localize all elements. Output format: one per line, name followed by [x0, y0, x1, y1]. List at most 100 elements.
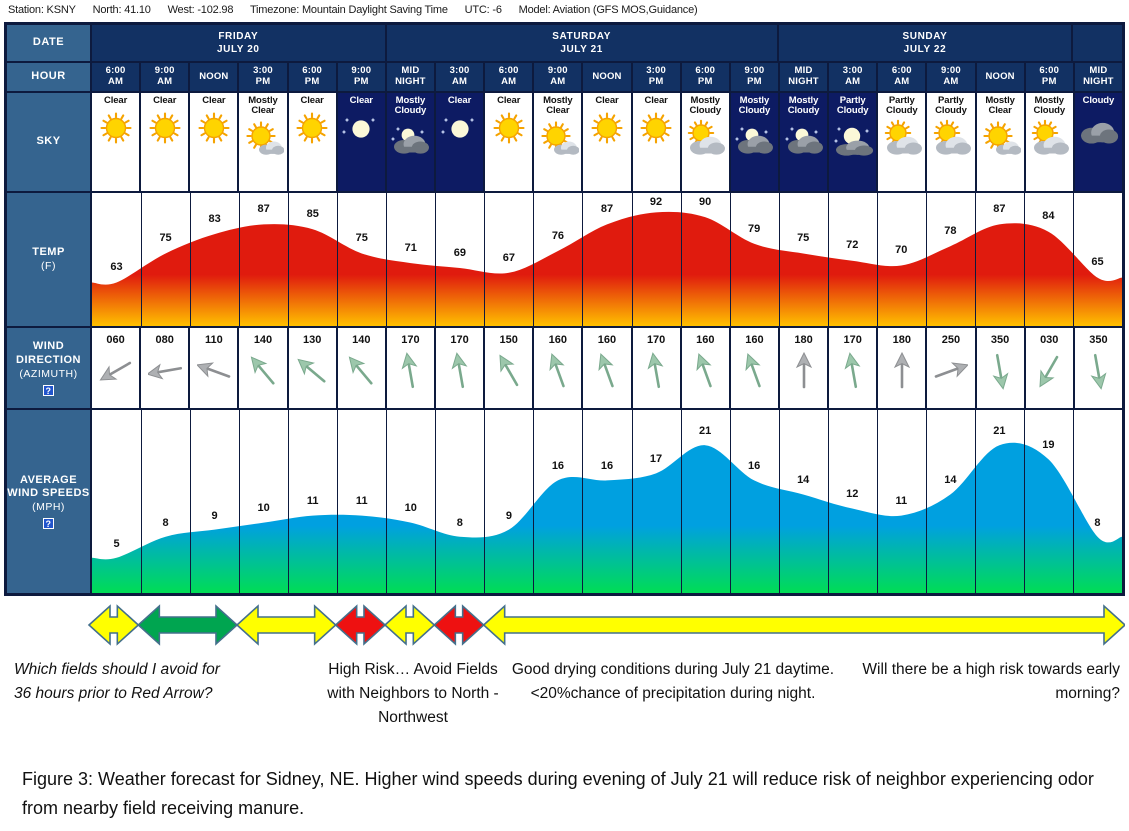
column-divider	[925, 410, 927, 593]
value-label: 8	[456, 516, 463, 529]
sky-cell-15[interactable]: Partly Cloudy	[828, 92, 878, 192]
date-day: JULY 21	[560, 44, 603, 55]
hour-cell-16[interactable]: 6:00 AM	[877, 62, 927, 92]
hour-cell-5[interactable]: 9:00 PM	[336, 62, 386, 92]
sky-cell-10[interactable]: Clear	[582, 92, 632, 192]
sky-cell-19[interactable]: Mostly Cloudy	[1024, 92, 1074, 192]
wind-direction-cell-2[interactable]: 110	[189, 327, 239, 409]
sky-condition-label: Clear	[202, 95, 226, 106]
sky-cell-12[interactable]: Mostly Cloudy	[680, 92, 730, 192]
sky-condition-label: Mostly Clear	[543, 95, 573, 117]
wind-direction-value: 150	[499, 334, 518, 346]
sky-cell-4[interactable]: Clear	[287, 92, 337, 192]
sky-glyph-wrap	[881, 119, 923, 159]
help-icon-wind-direction[interactable]: ?	[43, 384, 54, 396]
sky-cell-3[interactable]: Mostly Clear	[238, 92, 288, 192]
value-label: 85	[306, 207, 319, 220]
hour-cell-15[interactable]: 3:00 AM	[828, 62, 878, 92]
wind-direction-cell-12[interactable]: 160	[680, 327, 730, 409]
hour-cell-8[interactable]: 6:00 AM	[484, 62, 534, 92]
wind-direction-cell-5[interactable]: 140	[336, 327, 386, 409]
hour-line-2: PM	[304, 76, 320, 87]
sky-cell-13[interactable]: Mostly Cloudy	[729, 92, 779, 192]
hour-cell-12[interactable]: 6:00 PM	[680, 62, 730, 92]
value-label: 11	[355, 495, 368, 508]
hour-line-2: AM	[451, 76, 468, 87]
hour-cell-10[interactable]: NOON	[582, 62, 632, 92]
wind-direction-cell-11[interactable]: 170	[631, 327, 681, 409]
column-divider	[533, 410, 535, 593]
hour-cell-18[interactable]: NOON	[975, 62, 1025, 92]
sun-small-cloud-icon	[983, 121, 1022, 155]
wind-direction-cell-13[interactable]: 160	[729, 327, 779, 409]
hour-cell-4[interactable]: 6:00 PM	[287, 62, 337, 92]
sky-glyph-wrap	[144, 108, 186, 148]
arrow-5	[383, 604, 436, 646]
hour-cell-9[interactable]: 9:00 AM	[533, 62, 583, 92]
wind-direction-cell-14[interactable]: 180	[778, 327, 829, 409]
sky-cell-5[interactable]: Clear	[336, 92, 386, 192]
sky-cell-18[interactable]: Mostly Clear	[975, 92, 1025, 192]
hour-cell-11[interactable]: 3:00 PM	[631, 62, 681, 92]
hour-line-2: NIGHT	[788, 76, 819, 87]
column-divider	[778, 410, 780, 593]
wind-direction-cell-4[interactable]: 130	[287, 327, 337, 409]
column-divider	[484, 193, 486, 326]
wind-direction-cell-0[interactable]: 060	[91, 327, 141, 409]
hour-cell-17[interactable]: 9:00 AM	[926, 62, 976, 92]
wind-direction-cell-20[interactable]: 350	[1073, 327, 1123, 409]
value-label: 75	[797, 232, 810, 245]
wind-direction-cell-6[interactable]: 170	[385, 327, 435, 409]
sky-cell-0[interactable]: Clear	[91, 92, 141, 192]
sky-cell-9[interactable]: Mostly Clear	[533, 92, 583, 192]
hour-cell-7[interactable]: 3:00 AM	[434, 62, 485, 92]
date-cell: SATURDAY JULY 21	[385, 24, 778, 62]
hour-cell-0[interactable]: 6:00 AM	[91, 62, 141, 92]
station-metadata-bar: Station: KSNY North: 41.10 West: -102.98…	[0, 0, 1129, 22]
sky-row-label: SKY	[6, 92, 91, 192]
hour-cell-14[interactable]: MID NIGHT	[778, 62, 829, 92]
hour-cell-13[interactable]: 9:00 PM	[729, 62, 779, 92]
sky-cell-8[interactable]: Clear	[484, 92, 534, 192]
column-divider	[680, 193, 682, 326]
forecast-model: Model: Aviation (GFS MOS,Guidance)	[518, 4, 698, 16]
wind-direction-cell-3[interactable]: 140	[238, 327, 288, 409]
hour-cell-19[interactable]: 6:00 PM	[1024, 62, 1074, 92]
wind-direction-cell-8[interactable]: 150	[484, 327, 534, 409]
sky-cell-6[interactable]: Mostly Cloudy	[385, 92, 435, 192]
sky-cell-20[interactable]: Cloudy	[1073, 92, 1123, 192]
hour-line-2: PM	[255, 76, 271, 87]
sky-cell-1[interactable]: Clear	[140, 92, 190, 192]
wind-direction-value: 250	[941, 334, 961, 346]
hour-line-2: AM	[501, 76, 517, 87]
hour-cell-2[interactable]: NOON	[189, 62, 239, 92]
figure-caption: Figure 3: Weather forecast for Sidney, N…	[22, 768, 1094, 818]
hour-cell-3[interactable]: 3:00 PM	[238, 62, 288, 92]
wind-direction-cell-9[interactable]: 160	[533, 327, 583, 409]
wind-direction-cell-19[interactable]: 030	[1024, 327, 1074, 409]
sky-condition-label: Clear	[447, 95, 472, 106]
sky-cell-17[interactable]: Partly Cloudy	[926, 92, 976, 192]
wind-direction-cell-16[interactable]: 180	[877, 327, 927, 409]
sky-glyph-wrap	[1077, 108, 1119, 148]
hour-cell-1[interactable]: 9:00 AM	[140, 62, 190, 92]
sky-cell-7[interactable]: Clear	[434, 92, 485, 192]
help-icon-wind-speed[interactable]: ?	[43, 518, 54, 530]
wind-direction-cell-10[interactable]: 160	[582, 327, 632, 409]
hour-line-1: NOON	[985, 70, 1015, 82]
wind-direction-cell-7[interactable]: 170	[434, 327, 485, 409]
sky-cell-16[interactable]: Partly Cloudy	[877, 92, 927, 192]
hour-cell-20[interactable]: MID NIGHT	[1073, 62, 1123, 92]
sky-cell-11[interactable]: Clear	[631, 92, 681, 192]
sky-cell-14[interactable]: Mostly Cloudy	[778, 92, 829, 192]
utc-offset: UTC: -6	[464, 4, 502, 16]
wind-direction-cell-1[interactable]: 080	[140, 327, 190, 409]
wind-direction-cell-18[interactable]: 350	[975, 327, 1025, 409]
sky-cell-2[interactable]: Clear	[189, 92, 239, 192]
wind-direction-cell-17[interactable]: 250	[926, 327, 976, 409]
hour-cell-6[interactable]: MID NIGHT	[385, 62, 435, 92]
hour-line-2: AM	[845, 76, 861, 87]
wind-direction-value: 140	[253, 334, 273, 346]
wind-direction-cell-15[interactable]: 170	[828, 327, 878, 409]
hour-row: HOUR 6:00 AM 9:00 AM NOON 3:00 PM 6:00 PM 9:00 PM M…	[6, 62, 1123, 92]
